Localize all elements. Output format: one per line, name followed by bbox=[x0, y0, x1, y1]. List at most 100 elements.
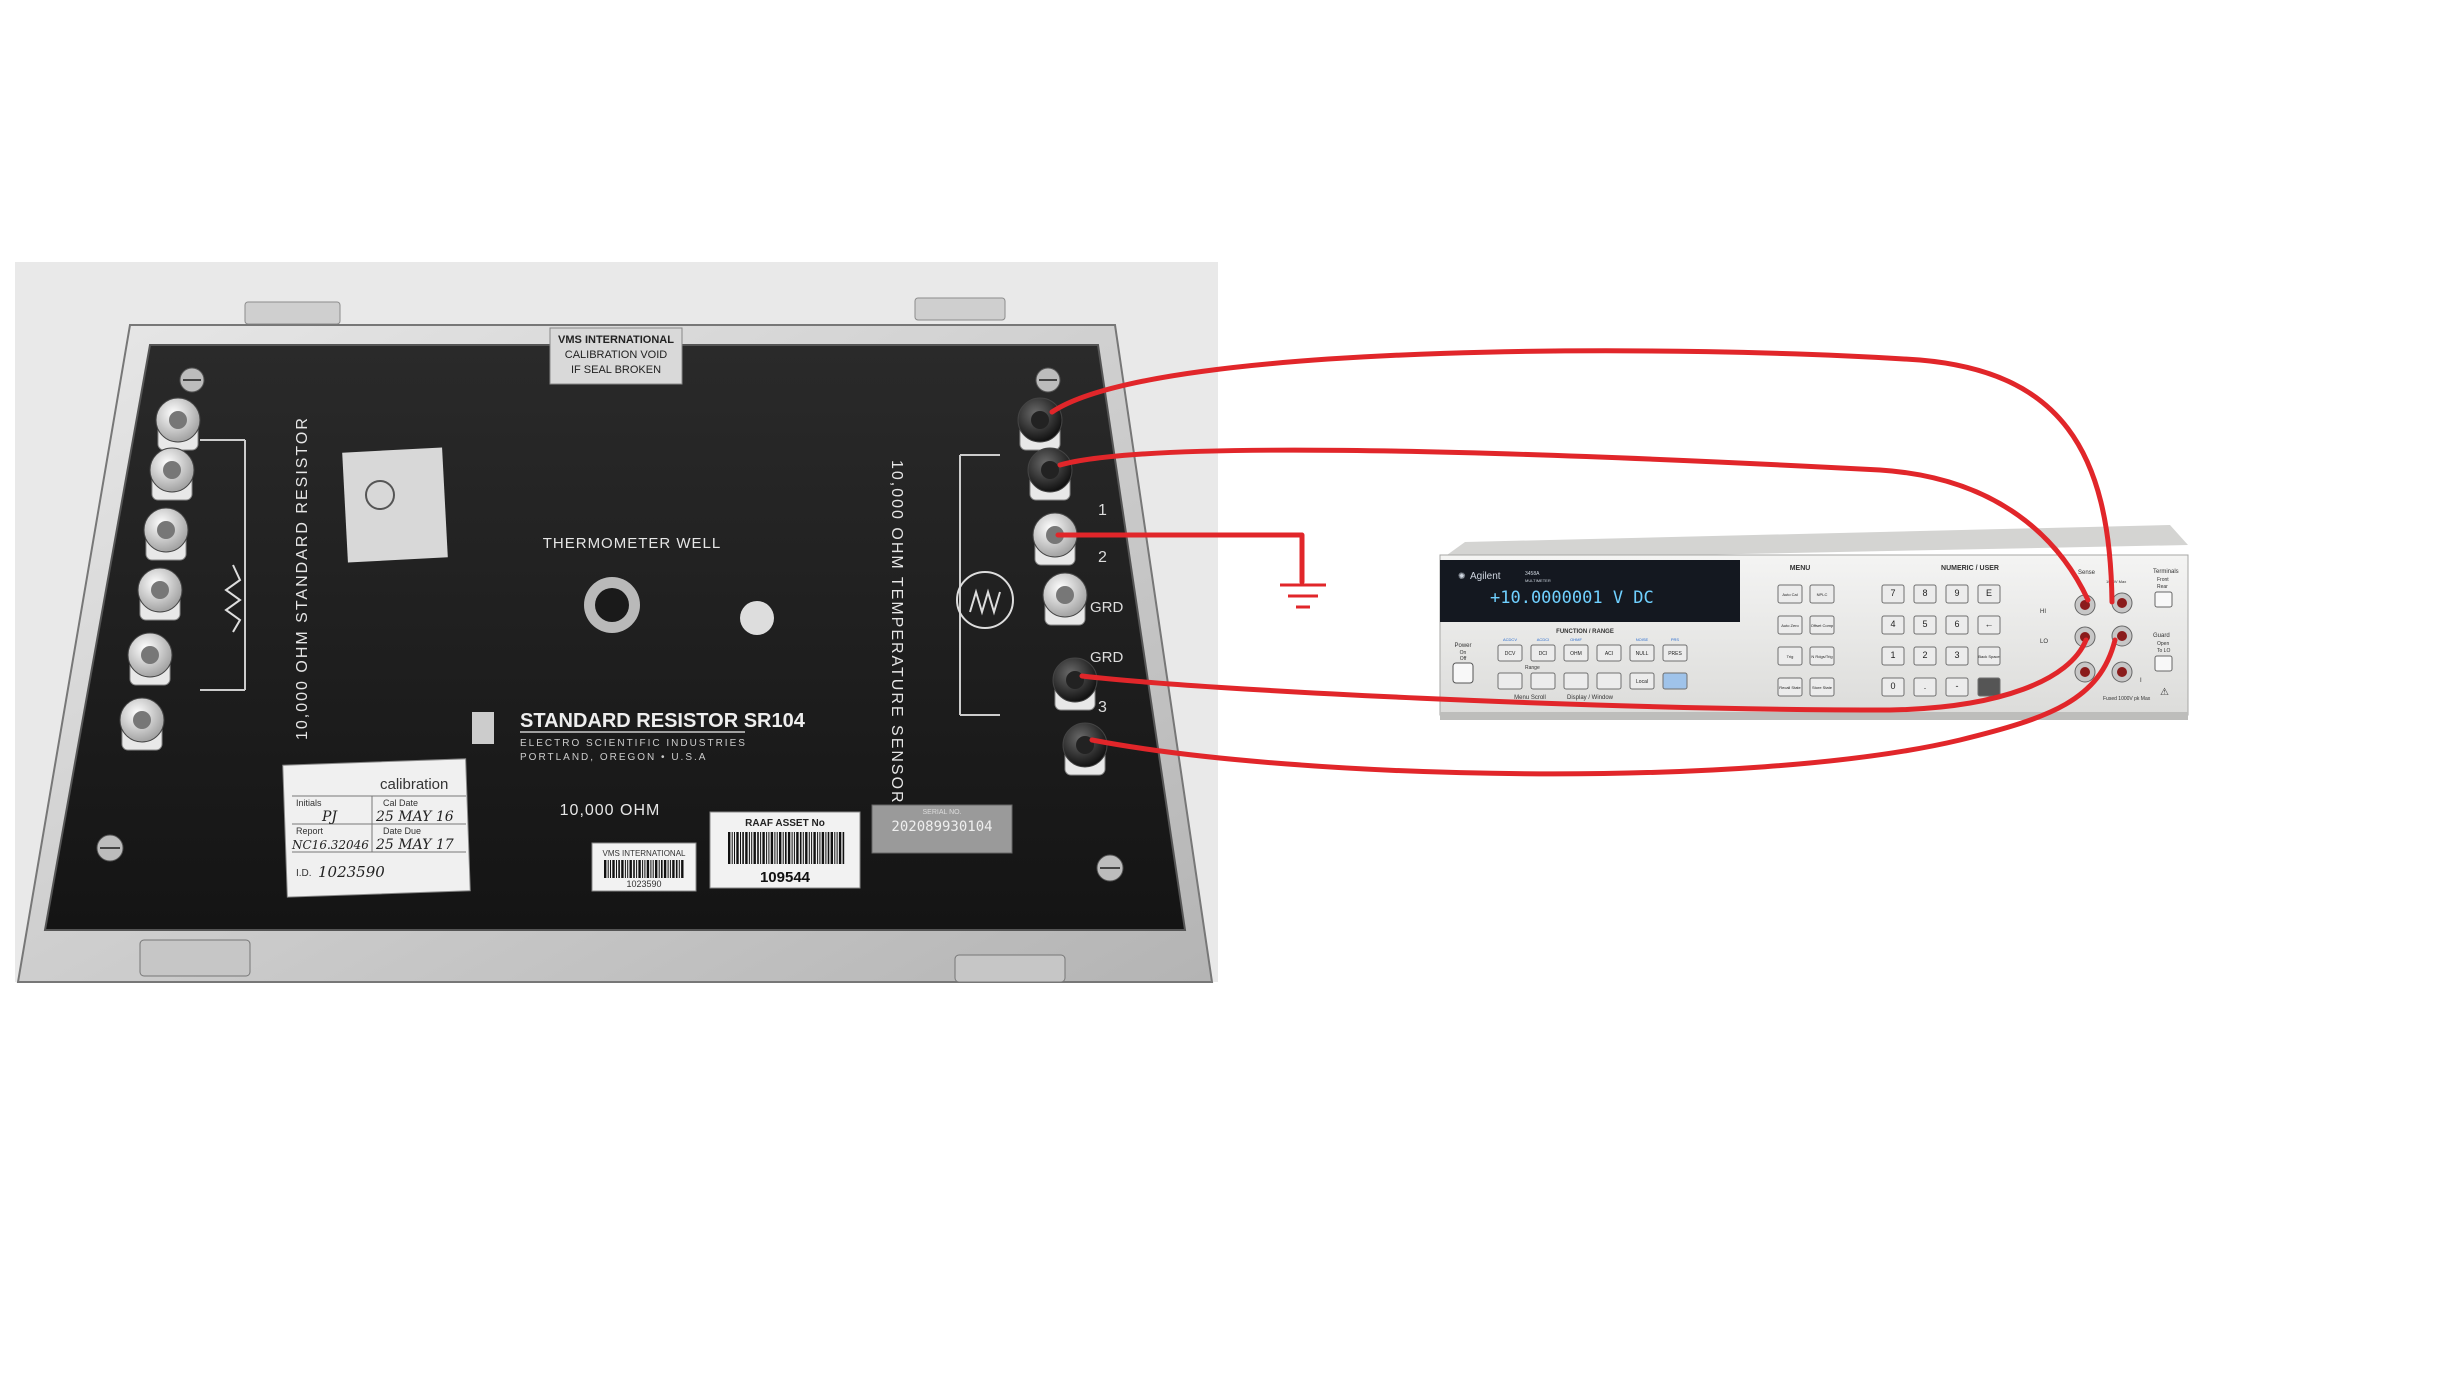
terminals-front-rear-button[interactable] bbox=[2154, 591, 2173, 608]
function-key-1[interactable]: DCV bbox=[1497, 644, 1523, 662]
numeric-key-10[interactable]: 2 bbox=[1913, 646, 1937, 666]
ground-icon bbox=[1280, 583, 1326, 609]
bottom-key-1[interactable] bbox=[1497, 672, 1523, 690]
function-key-3[interactable]: OHM bbox=[1563, 644, 1589, 662]
bottom-key-3[interactable] bbox=[1563, 672, 1589, 690]
maker-line-2: PORTLAND, OREGON • U.S.A bbox=[520, 752, 707, 763]
standard-resistor-vertical-label: 10,000 OHM STANDARD RESISTOR bbox=[294, 416, 311, 740]
calibration-sticker: calibration Initials PJ Cal Date 25 MAY … bbox=[282, 758, 471, 898]
barcode-bar bbox=[751, 832, 753, 864]
function-sub-label: ACDCI bbox=[1537, 637, 1549, 642]
terminal-label-2: 2 bbox=[1098, 549, 1107, 566]
barcode-bar bbox=[678, 860, 680, 878]
right-binding-post-4[interactable] bbox=[1042, 572, 1088, 626]
numeric-key-8[interactable]: ← bbox=[1977, 615, 2001, 635]
menu-key-1[interactable]: Auto Cal bbox=[1777, 584, 1803, 604]
numeric-key-1[interactable]: 7 bbox=[1881, 584, 1905, 604]
barcode-bar bbox=[644, 860, 646, 878]
key-cap bbox=[1530, 672, 1556, 690]
menu-key-7[interactable]: Recall State bbox=[1777, 677, 1803, 697]
key-label: Auto Zero bbox=[1781, 623, 1799, 628]
right-binding-post-3[interactable] bbox=[1032, 512, 1078, 566]
function-sub-label: NOISE bbox=[1636, 637, 1649, 642]
barcode-bar bbox=[604, 860, 607, 878]
numeric-key-16[interactable] bbox=[1977, 677, 2001, 697]
barcode-bar bbox=[821, 832, 825, 864]
left-binding-post-6[interactable] bbox=[119, 697, 165, 751]
thermometer-well-label: THERMOMETER WELL bbox=[543, 535, 722, 552]
barcode-bar bbox=[610, 860, 611, 878]
power-off-label: Off bbox=[1460, 656, 1467, 662]
left-binding-post-1[interactable] bbox=[155, 397, 201, 451]
numeric-key-2[interactable]: 8 bbox=[1913, 584, 1937, 604]
barcode-bar bbox=[802, 832, 804, 864]
temperature-sensor-vertical-label: 10,000 OHM TEMPERATURE SENSOR bbox=[888, 460, 905, 805]
right-binding-post-6[interactable] bbox=[1062, 722, 1108, 776]
left-binding-post-5[interactable] bbox=[127, 632, 173, 686]
barcode-bar bbox=[805, 832, 808, 864]
barcode-bar bbox=[661, 860, 663, 878]
raaf-tag-title: RAAF ASSET No bbox=[745, 818, 825, 829]
barcode-bar bbox=[827, 832, 830, 864]
current-input-jack[interactable] bbox=[2111, 661, 2133, 683]
barcode-bar bbox=[669, 860, 671, 878]
bottom-key-4[interactable] bbox=[1596, 672, 1622, 690]
numeric-key-9[interactable]: 1 bbox=[1881, 646, 1905, 666]
power-button[interactable] bbox=[1452, 662, 1474, 684]
key-label: - bbox=[1956, 681, 1959, 691]
paper-note bbox=[342, 447, 448, 563]
guard-jack[interactable] bbox=[2074, 661, 2096, 683]
menu-key-3[interactable]: Auto Zero bbox=[1777, 615, 1803, 635]
barcode-bar bbox=[793, 832, 795, 864]
barcode-bar bbox=[629, 860, 632, 878]
terminals-rear-label: Rear bbox=[2157, 584, 2168, 590]
sense-hi-jack[interactable] bbox=[2111, 592, 2133, 614]
numeric-key-4[interactable]: E bbox=[1977, 584, 2001, 604]
menu-key-5[interactable]: Trig bbox=[1777, 646, 1803, 666]
barcode-bar bbox=[658, 860, 660, 878]
numeric-key-12[interactable]: Back Space bbox=[1977, 646, 2001, 666]
numeric-key-11[interactable]: 3 bbox=[1945, 646, 1969, 666]
jack-hole bbox=[2117, 667, 2127, 677]
menu-key-8[interactable]: Store State bbox=[1809, 677, 1835, 697]
terminal-label-3: 3 bbox=[1098, 699, 1107, 716]
numeric-key-5[interactable]: 4 bbox=[1881, 615, 1905, 635]
function-key-2[interactable]: DCI bbox=[1530, 644, 1556, 662]
barcode-bar bbox=[734, 832, 735, 864]
menu-key-4[interactable]: Offset Comp bbox=[1809, 615, 1835, 635]
numeric-key-15[interactable]: - bbox=[1945, 677, 1969, 697]
right-binding-post-1[interactable] bbox=[1017, 397, 1063, 451]
barcode-bar bbox=[770, 832, 774, 864]
menu-key-6[interactable]: N Rdgs/Trig bbox=[1809, 646, 1835, 666]
numeric-key-7[interactable]: 6 bbox=[1945, 615, 1969, 635]
bottom-key-5[interactable]: Local bbox=[1629, 672, 1655, 690]
left-binding-post-2[interactable] bbox=[149, 447, 195, 501]
numeric-key-3[interactable]: 9 bbox=[1945, 584, 1969, 604]
numeric-key-14[interactable]: . bbox=[1913, 677, 1937, 697]
left-binding-post-3[interactable] bbox=[143, 507, 189, 561]
key-label: Offset Comp bbox=[1811, 623, 1834, 628]
guard-to-lo-label: To LO bbox=[2157, 648, 2170, 654]
sense-label: Sense bbox=[2078, 570, 2096, 576]
right-binding-post-2[interactable] bbox=[1027, 447, 1073, 501]
range-label: Range bbox=[1525, 665, 1540, 671]
function-key-5[interactable]: NULL bbox=[1629, 644, 1655, 662]
barcode-bar bbox=[760, 832, 762, 864]
function-key-6[interactable]: PRES bbox=[1662, 644, 1688, 662]
numeric-key-6[interactable]: 5 bbox=[1913, 615, 1937, 635]
guard-button[interactable] bbox=[2154, 655, 2173, 672]
sticker-dot bbox=[740, 601, 774, 635]
date-due-label: Date Due bbox=[383, 826, 421, 836]
menu-key-2[interactable]: NPLC bbox=[1809, 584, 1835, 604]
barcode-bar bbox=[655, 860, 658, 878]
cal-date-label: Cal Date bbox=[383, 798, 418, 808]
bottom-key-6[interactable] bbox=[1662, 672, 1688, 690]
numeric-key-13[interactable]: 0 bbox=[1881, 677, 1905, 697]
barcode-bar bbox=[799, 832, 802, 864]
function-key-4[interactable]: ACI bbox=[1596, 644, 1622, 662]
raaf-tag-number: 109544 bbox=[760, 869, 811, 886]
key-label: 6 bbox=[1954, 619, 1959, 629]
bottom-key-2[interactable] bbox=[1530, 672, 1556, 690]
barcode-bar bbox=[652, 860, 654, 878]
left-binding-post-4[interactable] bbox=[137, 567, 183, 621]
